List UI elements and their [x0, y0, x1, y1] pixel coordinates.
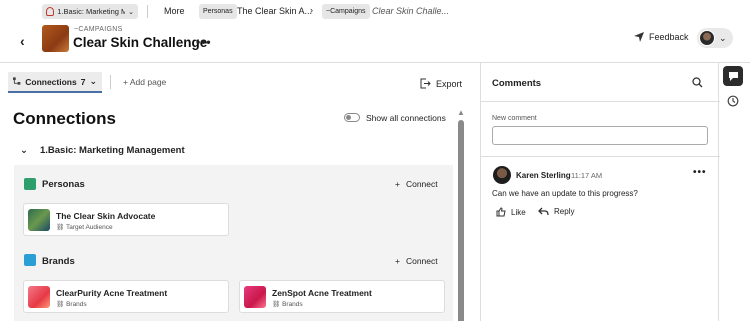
- page-subtitle: ~CAMPAIGNS: [74, 26, 123, 33]
- tab-connections-label: Connections: [25, 76, 77, 87]
- card-type: ⛓ Brands: [56, 301, 87, 308]
- send-icon: [634, 32, 644, 42]
- connect-brands-button[interactable]: + Connect: [395, 256, 438, 266]
- comment-more-button[interactable]: •••: [693, 167, 707, 178]
- card-name: ClearPurity Acne Treatment: [56, 288, 168, 298]
- comments-rail-button[interactable]: [723, 66, 743, 86]
- chevron-down-icon: ⌄: [20, 145, 28, 156]
- new-comment-label: New comment: [492, 115, 537, 122]
- section-header[interactable]: ⌄ 1.Basic: Marketing Management: [20, 145, 185, 156]
- profile-button[interactable]: ⌄: [697, 28, 733, 48]
- breadcrumb-persona[interactable]: The Clear Skin A...: [237, 6, 312, 16]
- reply-label: Reply: [554, 207, 575, 216]
- comments-panel: Comments New comment Karen Sterling 11:1…: [480, 63, 720, 321]
- history-icon[interactable]: [727, 95, 739, 107]
- personas-chip[interactable]: Personas: [199, 4, 237, 19]
- show-all-toggle[interactable]: [344, 113, 360, 122]
- comment-text: Can we have an update to this progress?: [492, 189, 638, 198]
- card-type: ⛓ Brands: [272, 301, 303, 308]
- feedback-button[interactable]: Feedback: [634, 32, 689, 42]
- scrollbar[interactable]: ▲: [457, 108, 465, 321]
- comment-time: 11:17 AM: [571, 171, 603, 180]
- group-title-personas: Personas: [42, 179, 85, 190]
- show-all-label: Show all connections: [366, 113, 446, 123]
- new-comment-input[interactable]: [492, 126, 708, 145]
- card-name: ZenSpot Acne Treatment: [272, 288, 372, 298]
- campaigns-chip[interactable]: ~Campaigns: [322, 4, 370, 19]
- connect-label: Connect: [405, 256, 438, 266]
- export-button[interactable]: Export: [420, 78, 462, 89]
- persona-icon: [24, 178, 36, 190]
- connection-card[interactable]: ClearPurity Acne Treatment ⛓ Brands: [23, 280, 229, 313]
- reply-button[interactable]: Reply: [538, 207, 574, 216]
- comment-icon: [728, 71, 738, 81]
- avatar: [699, 30, 715, 46]
- campaign-thumbnail: [42, 25, 69, 52]
- app-root: 1.Basic: Marketing M... ⌄ More Personas …: [0, 0, 750, 321]
- scroll-up-icon[interactable]: ▲: [457, 108, 465, 117]
- workspace-label: 1.Basic: Marketing M...: [57, 7, 126, 16]
- connections-icon: [13, 77, 21, 85]
- plus-icon: +: [123, 77, 128, 87]
- plus-icon: +: [395, 179, 400, 189]
- more-options-button[interactable]: •••: [196, 35, 212, 49]
- divider: [481, 101, 720, 102]
- like-label: Like: [511, 207, 526, 217]
- tag-icon: [24, 254, 36, 266]
- thumbs-up-icon: [496, 207, 506, 217]
- search-icon[interactable]: [692, 77, 703, 88]
- divider: [481, 156, 720, 157]
- group-title-brands: Brands: [42, 256, 75, 267]
- add-page-button[interactable]: + Add page: [123, 77, 166, 87]
- add-page-label: Add page: [129, 77, 167, 87]
- reply-icon: [538, 207, 549, 216]
- avatar: [493, 166, 511, 184]
- divider: [110, 75, 111, 89]
- connection-card[interactable]: The Clear Skin Advocate ⛓ Target Audienc…: [23, 203, 229, 236]
- tab-connections[interactable]: Connections 7 ⌄: [8, 72, 102, 93]
- workspace-icon: [46, 7, 55, 16]
- like-button[interactable]: Like: [496, 207, 526, 217]
- more-menu[interactable]: More: [164, 6, 185, 16]
- connect-personas-button[interactable]: + Connect: [395, 179, 438, 189]
- connect-label: Connect: [405, 179, 438, 189]
- connection-card[interactable]: ZenSpot Acne Treatment ⛓ Brands: [239, 280, 445, 313]
- chevron-down-icon: ⌄: [128, 8, 134, 16]
- workspace-chip[interactable]: 1.Basic: Marketing M... ⌄: [42, 4, 138, 19]
- card-thumbnail: [28, 286, 50, 308]
- export-icon: [420, 78, 431, 89]
- back-arrow-icon[interactable]: ‹: [20, 33, 25, 49]
- card-name: The Clear Skin Advocate: [56, 211, 156, 221]
- tab-connections-count: 7: [80, 76, 86, 87]
- plus-icon: +: [395, 256, 400, 266]
- breadcrumb-current: Clear Skin Challe...: [372, 6, 450, 16]
- card-type: ⛓ Target Audience: [56, 224, 113, 231]
- connections-heading: Connections: [13, 109, 116, 128]
- chevron-right-icon: ›: [310, 5, 313, 15]
- comment-author: Karen Sterling: [516, 171, 571, 180]
- export-label: Export: [436, 78, 463, 89]
- feedback-label: Feedback: [649, 32, 689, 42]
- divider: [147, 5, 148, 18]
- chevron-down-icon: ⌄: [89, 76, 97, 86]
- comments-title: Comments: [492, 78, 542, 89]
- card-thumbnail: [28, 209, 50, 231]
- card-thumbnail: [244, 286, 266, 308]
- section-title: 1.Basic: Marketing Management: [39, 145, 185, 156]
- chevron-down-icon: ⌄: [719, 32, 727, 43]
- page-title: Clear Skin Challenge: [73, 35, 208, 50]
- scrollbar-thumb[interactable]: [458, 120, 464, 321]
